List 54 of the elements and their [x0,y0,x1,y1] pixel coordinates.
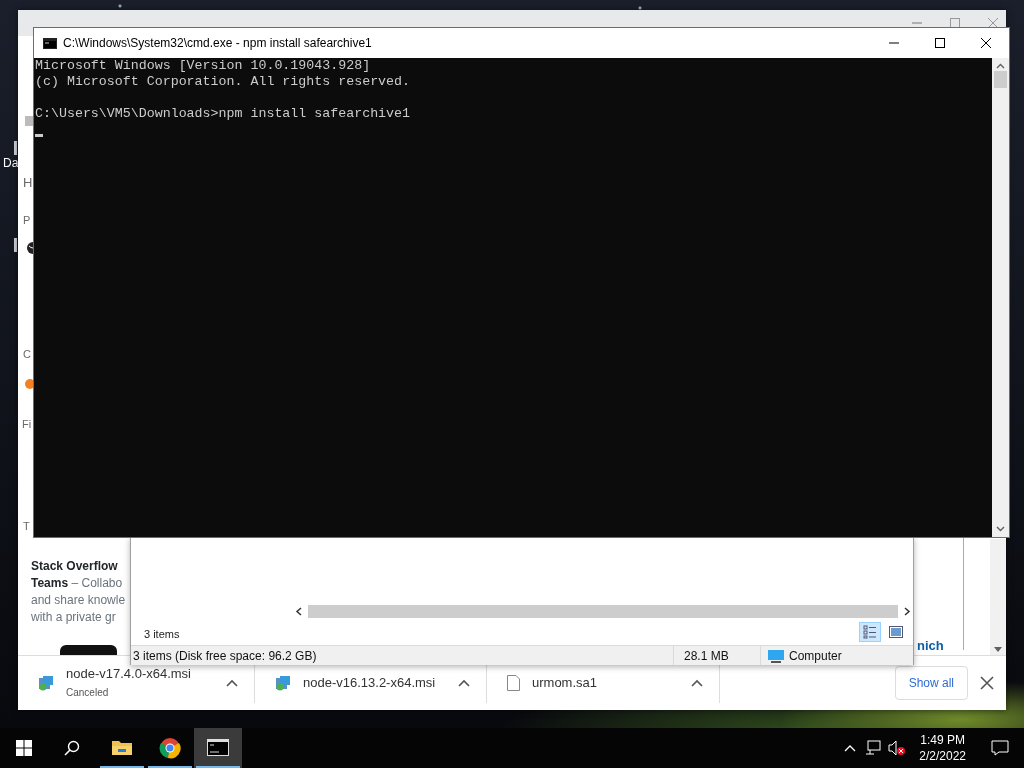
close-button[interactable] [980,676,994,690]
search-icon [64,740,80,756]
monitor-icon [767,648,785,663]
show-all-button[interactable]: Show all [894,666,968,700]
page-label: T [23,520,30,533]
window-title: C:\Windows\System32\cmd.exe - npm install safearchive1 [63,35,373,52]
scroll-thumb[interactable] [994,71,1007,88]
page-label: Fi [22,418,32,431]
console-line: (c) Microsoft Corporation. All rights reserved. [35,74,412,90]
console-line: Microsoft Windows [Version 10.0.19043.928] [35,58,372,74]
installer-icon [275,675,291,691]
taskbar-app-button[interactable] [194,728,242,768]
promo-text: and share knowle [31,592,127,609]
caret-icon[interactable] [458,679,470,687]
file-name: node-v16.13.2-x64.msi [303,675,437,691]
page-link[interactable]: nich [917,638,944,653]
promo-text: Teams – Collabo [31,575,124,592]
scrollbar[interactable] [990,539,1006,655]
close-icon [980,676,994,690]
scroll-up-icon[interactable] [996,63,1005,69]
item-count: 3 items [144,627,180,642]
close-icon[interactable] [988,18,998,28]
caret-icon[interactable] [691,679,703,687]
windows-logo-icon [16,740,32,756]
file-name: node-v17.4.0-x64.msi [66,666,192,682]
file-name: urmom.sa1 [532,675,599,691]
page-label: C [23,348,31,361]
console-icon [43,37,57,49]
clock-time: 1:49 PM [919,732,966,748]
status-text: 28.1 MB [684,647,729,665]
status-text: Computer [789,647,842,665]
promo-title: Stack Overflow [31,558,119,575]
promo-text: with a private gr [31,609,117,626]
download-status: Canceled [66,686,110,700]
scroll-down-icon[interactable] [996,526,1005,532]
list-view-icon [863,625,877,639]
file-icon [507,675,520,691]
clock[interactable]: 1:49 PM 2/2/2022 [909,732,976,764]
chrome-icon [159,737,181,759]
page-label: P [23,214,31,227]
clock-date: 2/2/2022 [919,748,966,764]
details-view-button[interactable] [859,622,881,642]
picture-view-icon [889,626,903,638]
console-line: C:\Users\VM5\Downloads>npm install safearchive1 [35,106,412,122]
scroll-down-icon[interactable] [994,647,1002,652]
desktop-icon-label[interactable]: Da [3,156,19,170]
caret-icon[interactable] [226,679,238,687]
horizontal-scrollbar[interactable] [293,605,913,618]
installer-icon [38,675,54,691]
status-text: 3 items (Disk free space: 96.2 GB) [133,647,317,665]
scrollbar[interactable] [992,58,1009,537]
console-icon [207,737,229,759]
page-heading: H [23,175,33,190]
close-icon [981,38,991,48]
